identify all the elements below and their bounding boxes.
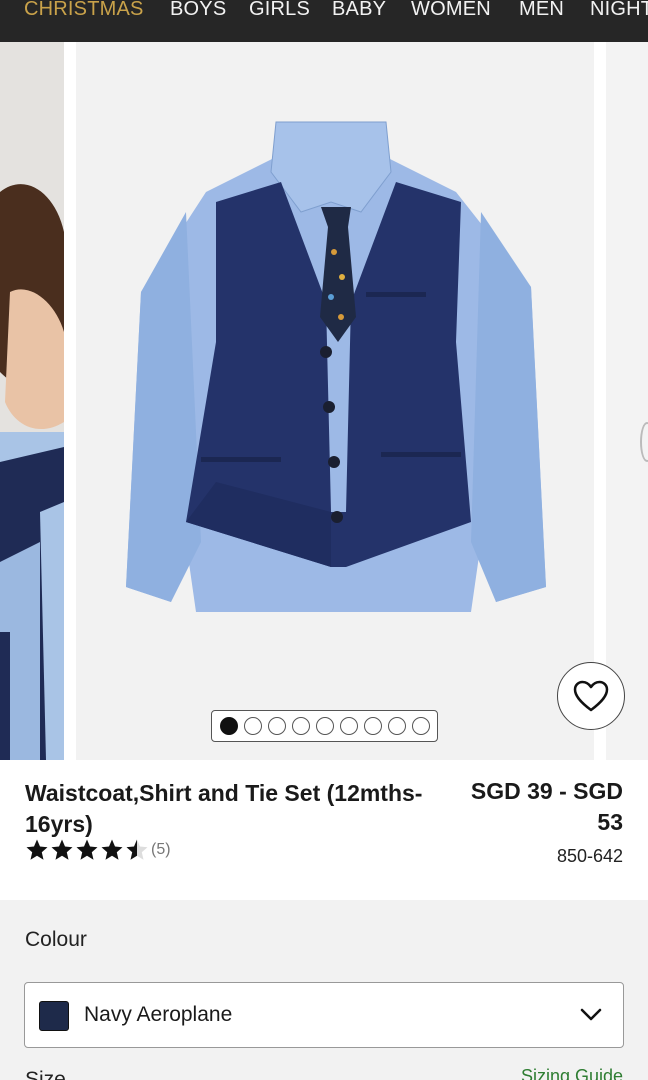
product-rating[interactable]: (5) [25, 838, 171, 862]
gallery-dot[interactable] [291, 717, 310, 735]
star-icon [26, 839, 48, 860]
gallery-dot[interactable] [363, 717, 382, 735]
heart-icon [573, 680, 609, 712]
nav-item-christmas[interactable]: CHRISTMAS [24, 0, 144, 19]
star-icon [51, 839, 73, 860]
nav-item-night[interactable]: NIGHT [590, 0, 648, 19]
colour-selected-value: Navy Aeroplane [84, 1003, 233, 1026]
size-label: Size [25, 1068, 66, 1080]
star-icon [76, 839, 98, 860]
gallery-dot[interactable] [267, 717, 286, 735]
gallery-dot[interactable] [387, 717, 406, 735]
product-title: Waistcoat,Shirt and Tie Set (12mths-16yr… [25, 780, 423, 837]
gallery-main-slide[interactable] [76, 42, 594, 760]
colour-label: Colour [25, 928, 87, 951]
wishlist-button[interactable] [557, 662, 625, 730]
top-nav: CHRISTMAS BOYS GIRLS BABY WOMEN MEN NIGH… [0, 0, 648, 42]
next-arrow-icon[interactable] [640, 422, 648, 462]
model-photo [0, 42, 64, 760]
gallery-dot[interactable] [243, 717, 262, 735]
gallery-next-slide[interactable] [606, 42, 648, 760]
nav-item-men[interactable]: MEN [519, 0, 564, 19]
nav-item-boys[interactable]: BOYS [170, 0, 226, 19]
product-photo [76, 42, 594, 760]
nav-item-baby[interactable]: BABY [332, 0, 386, 19]
nav-item-women[interactable]: WOMEN [411, 0, 491, 19]
gallery-dot[interactable] [219, 717, 238, 735]
product-price: SGD 39 - SGD 53 [470, 778, 623, 835]
gallery-dot[interactable] [339, 717, 358, 735]
gallery-prev-slide[interactable] [0, 42, 64, 760]
item-number: 850-642 [556, 846, 623, 866]
sizing-guide-link[interactable]: Sizing Guide [521, 1066, 623, 1080]
rating-stars [25, 838, 149, 862]
star-icon [126, 839, 148, 860]
gallery-dot[interactable] [411, 717, 430, 735]
nav-item-girls[interactable]: GIRLS [249, 0, 310, 19]
gallery-pagination [211, 710, 438, 742]
star-icon [101, 839, 123, 860]
gallery-dot[interactable] [315, 717, 334, 735]
colour-swatch [39, 1001, 69, 1031]
chevron-down-icon [580, 1008, 602, 1021]
review-count[interactable]: (5) [151, 841, 171, 859]
colour-select[interactable]: Navy Aeroplane [24, 982, 624, 1048]
product-gallery[interactable] [0, 42, 648, 760]
